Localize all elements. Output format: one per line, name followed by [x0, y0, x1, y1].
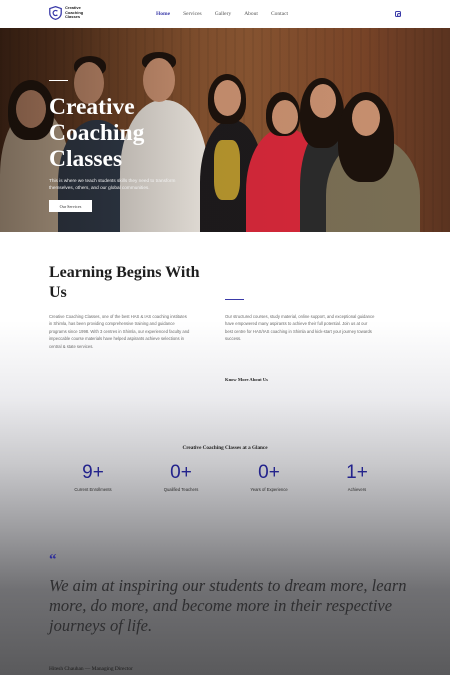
learning-title: Learning Begins With Us — [49, 264, 200, 301]
logo-line-3: Classes — [65, 14, 81, 20]
our-services-button[interactable]: Our Services — [49, 200, 92, 212]
stat-enrollments: 9+ Current Enrollments — [53, 462, 133, 492]
main-nav: Home Services Gallery About Contact — [156, 11, 288, 17]
nav-home[interactable]: Home — [156, 11, 170, 17]
nav-about[interactable]: About — [244, 11, 258, 17]
learning-paragraph-left: Creative Coaching Classes, one of the be… — [49, 314, 190, 349]
site-header: Creative Coaching Classes Home Services … — [0, 0, 450, 28]
mission-quote: We aim at inspiring our students to drea… — [49, 576, 407, 635]
stat-value: 0+ — [170, 462, 192, 483]
instagram-icon[interactable] — [395, 11, 402, 18]
hero-title: Creative Coaching Classes — [49, 94, 145, 172]
logo[interactable]: Creative Coaching Classes — [49, 5, 83, 20]
quote-author: Hitesh Chauhan — Managing Director — [49, 666, 133, 672]
quote-icon: “ — [49, 552, 57, 568]
know-more-link[interactable]: Know More About Us — [225, 377, 268, 382]
stat-value: 1+ — [346, 462, 368, 483]
learning-accent-line — [225, 299, 244, 300]
stat-teachers: 0+ Qualified Teachers — [141, 462, 221, 492]
logo-text: Creative Coaching Classes — [65, 5, 83, 20]
stat-experience: 0+ Years of Experience — [229, 462, 309, 492]
nav-services[interactable]: Services — [183, 11, 202, 17]
stat-value: 0+ — [258, 462, 280, 483]
shield-logo-icon — [49, 6, 62, 20]
hero-accent-line — [49, 80, 68, 82]
stat-label: Years of Experience — [250, 487, 288, 492]
stat-label: Current Enrollments — [74, 487, 112, 492]
nav-contact[interactable]: Contact — [271, 11, 288, 17]
glance-title: Creative Coaching Classes at a Glance — [182, 445, 268, 451]
hero-subtitle: This is where we teach students skills t… — [49, 178, 176, 190]
stat-label: Achievers — [347, 487, 367, 492]
stat-label: Qualified Teachers — [163, 487, 199, 492]
stat-value: 9+ — [82, 462, 104, 483]
learning-paragraph-right: Our structured courses, study material, … — [225, 314, 375, 342]
stat-achievers: 1+ Achievers — [317, 462, 397, 492]
nav-gallery[interactable]: Gallery — [215, 11, 232, 17]
